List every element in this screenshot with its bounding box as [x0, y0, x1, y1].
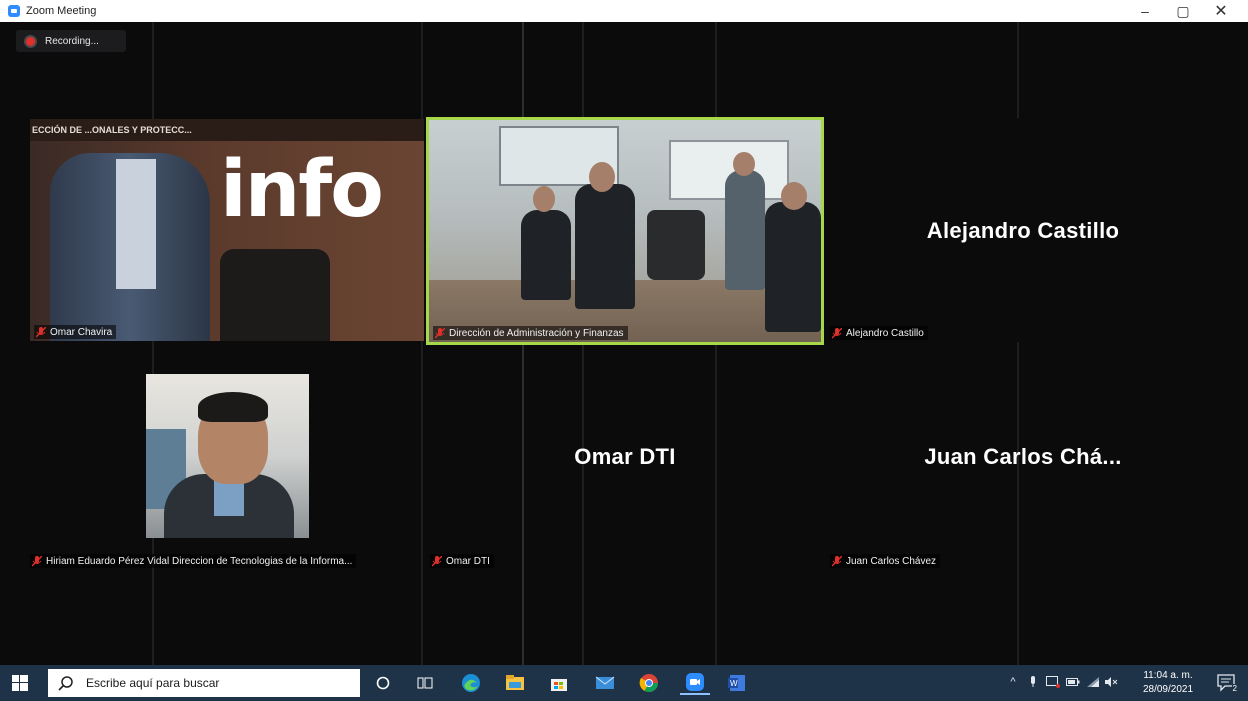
participant-name: Juan Carlos Chávez [846, 555, 937, 567]
participant-head [589, 162, 615, 192]
participant-name-tag: Alejandro Castillo [830, 326, 928, 340]
participant-name-tag: Hiriam Eduardo Pérez Vidal Direccion de … [30, 554, 357, 568]
participant-figure [575, 184, 635, 309]
battery-icon[interactable] [1066, 675, 1080, 689]
meeting-gallery: Recording... ECCIÓN DE ...ONALES Y PROTE… [0, 22, 1248, 665]
muted-mic-icon [36, 326, 46, 337]
chair-shape [220, 249, 330, 341]
participant-name: Omar DTI [446, 555, 490, 567]
participant-head [781, 182, 807, 210]
participant-head [533, 186, 555, 212]
zoom-icon[interactable] [680, 671, 710, 695]
microphone-icon[interactable] [1026, 675, 1040, 689]
participant-figure [725, 170, 765, 290]
muted-mic-icon [435, 327, 445, 338]
windows-logo-icon [12, 675, 28, 691]
info-logo: info [220, 145, 384, 235]
video-tile-direccion-administracion[interactable]: Dirección de Administración y Finanzas [426, 117, 824, 345]
participant-name-tag: Omar Chavira [34, 325, 117, 339]
title-bar: Zoom Meeting – ▢ ✕ [0, 0, 1248, 22]
search-icon [58, 676, 73, 691]
notification-center-button[interactable]: 2 [1216, 673, 1238, 693]
video-tile-omar-chavira[interactable]: ECCIÓN DE ...ONALES Y PROTECC... info Om… [30, 119, 424, 341]
mail-icon[interactable] [592, 671, 618, 695]
muted-mic-icon [432, 555, 442, 566]
video-tile-juan-carlos-chavez[interactable]: Juan Carlos Chá... Juan Carlos Chávez [826, 346, 1220, 570]
edge-icon[interactable] [458, 671, 484, 695]
recording-label: Recording... [45, 35, 99, 47]
system-tray: ^ 11:04 a. m. 28/09/2021 2 [1000, 665, 1248, 701]
chrome-icon[interactable] [636, 671, 662, 695]
notification-count: 2 [1231, 684, 1238, 693]
task-view-icon[interactable] [412, 671, 438, 695]
chair-shape [647, 210, 705, 280]
minimize-button[interactable]: – [1130, 0, 1160, 22]
banner-text: ECCIÓN DE ...ONALES Y PROTECC... [32, 125, 192, 135]
close-button[interactable]: ✕ [1206, 0, 1236, 22]
svg-text:W: W [730, 679, 738, 688]
participant-head [733, 152, 755, 176]
meet-now-icon[interactable] [1046, 675, 1060, 689]
microsoft-store-icon[interactable] [546, 671, 572, 695]
participant-name: Dirección de Administración y Finanzas [449, 327, 624, 339]
participant-figure [521, 210, 571, 300]
video-tile-alejandro-castillo[interactable]: Alejandro Castillo Alejandro Castillo [826, 118, 1220, 342]
chevron-up-icon[interactable]: ^ [1006, 675, 1020, 689]
participant-shirt [116, 159, 156, 289]
participant-name: Omar Chavira [50, 326, 113, 338]
wifi-icon[interactable] [1086, 675, 1100, 689]
participant-figure [765, 202, 821, 332]
muted-mic-icon [832, 327, 842, 338]
record-dot-icon [26, 36, 35, 46]
window-title: Zoom Meeting [26, 5, 97, 17]
muted-mic-icon [32, 555, 42, 566]
participant-profile-photo [146, 374, 309, 538]
participant-display-name: Omar DTI [574, 444, 676, 469]
participant-display-name: Juan Carlos Chá... [924, 444, 1122, 469]
participant-display-name: Alejandro Castillo [926, 218, 1120, 243]
taskbar-clock[interactable]: 11:04 a. m. 28/09/2021 [1138, 669, 1198, 697]
participant-name: Hiriam Eduardo Pérez Vidal Direccion de … [46, 555, 353, 567]
maximize-button[interactable]: ▢ [1168, 0, 1198, 22]
word-icon[interactable]: W [724, 671, 750, 695]
recording-indicator[interactable]: Recording... [16, 30, 126, 52]
volume-muted-icon[interactable] [1104, 675, 1118, 689]
participant-name-tag: Dirección de Administración y Finanzas [433, 326, 628, 340]
muted-mic-icon [832, 555, 842, 566]
cortana-icon[interactable] [370, 671, 396, 695]
participant-hair [198, 392, 268, 422]
start-button[interactable] [0, 665, 40, 701]
windows-taskbar: Escribe aquí para buscar W ^ 11:04 a. m.… [0, 665, 1248, 701]
video-tile-omar-dti[interactable]: Omar DTI Omar DTI [426, 346, 824, 570]
file-explorer-icon[interactable] [502, 671, 528, 695]
clock-date: 28/09/2021 [1142, 684, 1194, 695]
search-placeholder: Escribe aquí para buscar [86, 676, 220, 690]
background-banner: ECCIÓN DE ...ONALES Y PROTECC... [30, 119, 424, 141]
clock-time: 11:04 a. m. [1143, 670, 1193, 681]
participant-name-tag: Omar DTI [430, 554, 494, 568]
taskbar-search-box[interactable]: Escribe aquí para buscar [48, 669, 360, 697]
zoom-app-icon [8, 5, 20, 17]
participant-name-tag: Juan Carlos Chávez [830, 554, 941, 568]
participant-name: Alejandro Castillo [846, 327, 924, 339]
